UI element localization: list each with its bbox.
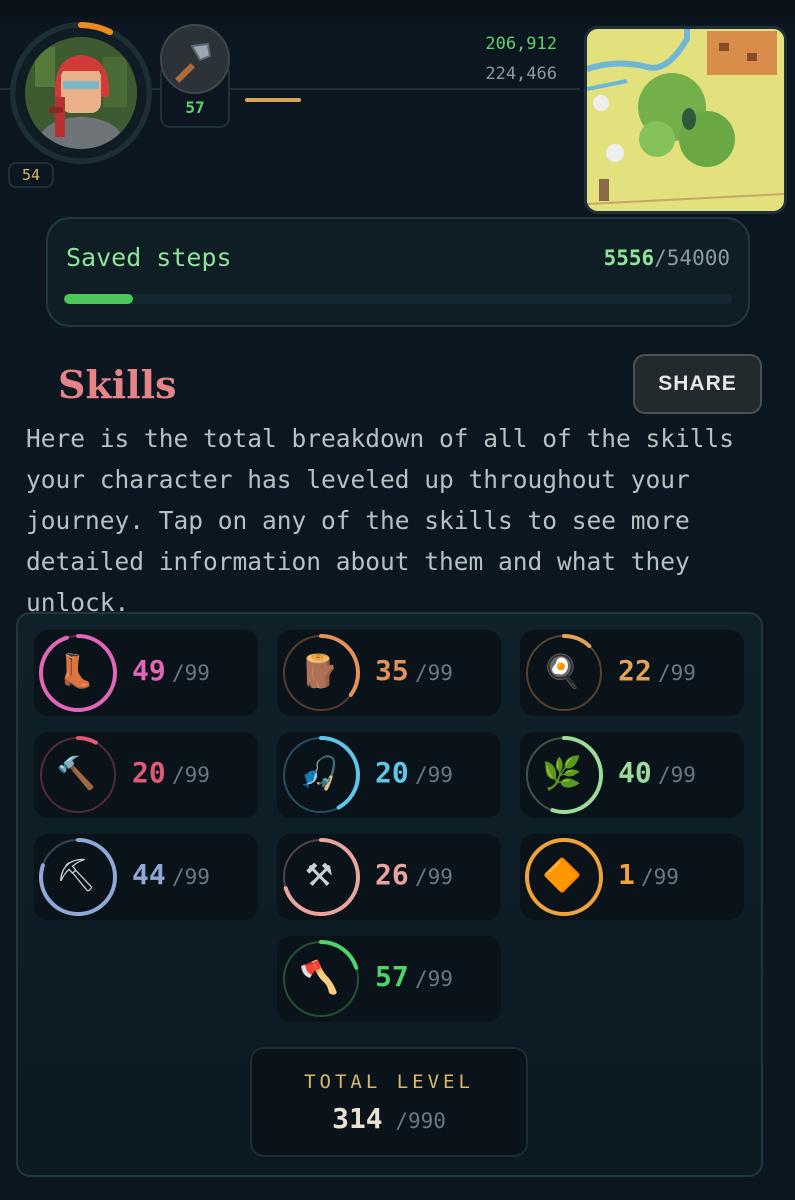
anvil-icon: ⚒ <box>304 856 334 894</box>
skill-level: 22 <box>618 654 652 687</box>
skill-max-level: /99 <box>415 763 453 787</box>
skill-max-level: /99 <box>172 661 210 685</box>
total-level-max: /990 <box>395 1109 446 1133</box>
skill-card-gem[interactable]: 🔶 1/99 <box>520 834 744 920</box>
steps-label: Saved steps <box>66 243 232 272</box>
skill-level: 49 <box>132 654 166 687</box>
fishing-rod-icon: 🎣 <box>299 754 339 792</box>
xp-current: 206,912 <box>485 34 557 54</box>
skill-level: 57 <box>375 960 409 993</box>
skills-title: Skills <box>58 362 177 407</box>
pickaxe-icon: ⛏ <box>55 856 97 894</box>
skill-max-level: /99 <box>415 661 453 685</box>
frying-pan-icon: 🍳 <box>542 652 582 690</box>
saved-steps-card[interactable]: Saved steps 5556/54000 <box>46 217 750 327</box>
skill-level: 35 <box>375 654 409 687</box>
herbs-icon: 🌿 <box>542 754 582 792</box>
skill-max-level: /99 <box>172 865 210 889</box>
skill-card-hammer[interactable]: 🔨 20/99 <box>34 732 258 818</box>
xp-progress-bar <box>245 98 301 102</box>
character-level-badge: 54 <box>8 162 54 188</box>
avatar-frame[interactable] <box>10 22 152 164</box>
total-level-value: 314 /990 <box>252 1102 526 1135</box>
skill-card-log[interactable]: 🪵 35/99 <box>277 630 501 716</box>
skill-level: 44 <box>132 858 166 891</box>
skill-card-boots[interactable]: 👢 49/99 <box>34 630 258 716</box>
skill-max-level: /99 <box>641 865 679 889</box>
steps-progress-track <box>64 294 732 304</box>
total-level-box: TOTAL LEVEL 314 /990 <box>250 1047 528 1157</box>
gem-icon: 🔶 <box>542 856 582 894</box>
skill-max-level: /99 <box>658 661 696 685</box>
total-level-current: 314 <box>332 1102 383 1135</box>
skill-card-herbs[interactable]: 🌿 40/99 <box>520 732 744 818</box>
skill-max-level: /99 <box>172 763 210 787</box>
steps-progress-fill <box>64 294 133 304</box>
steps-max: /54000 <box>654 246 730 270</box>
xp-next-level: 224,466 <box>485 64 557 84</box>
skill-level: 26 <box>375 858 409 891</box>
skill-level: 1 <box>618 858 635 891</box>
skill-card-frying-pan[interactable]: 🍳 22/99 <box>520 630 744 716</box>
skill-level: 20 <box>375 756 409 789</box>
skill-card-axe[interactable]: 🪓 57/99 <box>277 936 501 1022</box>
equipped-tool-button[interactable] <box>160 24 230 94</box>
skill-max-level: /99 <box>415 967 453 991</box>
log-icon: 🪵 <box>299 652 339 690</box>
avatar <box>25 37 137 149</box>
hammer-icon: 🔨 <box>56 754 96 792</box>
tool-level: 57 <box>185 98 205 117</box>
skill-level: 40 <box>618 756 652 789</box>
skills-description: Here is the total breakdown of all of th… <box>26 424 735 617</box>
total-level-label: TOTAL LEVEL <box>304 1071 474 1093</box>
steps-current: 5556 <box>603 246 655 270</box>
status-bar <box>0 0 795 18</box>
world-map-icon <box>587 29 784 211</box>
boots-icon: 👢 <box>56 652 96 690</box>
skill-card-pickaxe[interactable]: ⛏ 44/99 <box>34 834 258 920</box>
minimap[interactable] <box>584 26 787 214</box>
skill-max-level: /99 <box>658 763 696 787</box>
skill-level: 20 <box>132 756 166 789</box>
axe-icon <box>175 42 212 83</box>
skill-card-anvil[interactable]: ⚒ 26/99 <box>277 834 501 920</box>
skill-max-level: /99 <box>415 865 453 889</box>
axe-icon: 🪓 <box>299 958 339 996</box>
character-portrait-icon <box>25 37 137 149</box>
skill-card-fishing-rod[interactable]: 🎣 20/99 <box>277 732 501 818</box>
share-button[interactable]: SHARE <box>633 354 762 414</box>
steps-value: 5556/54000 <box>604 246 730 270</box>
